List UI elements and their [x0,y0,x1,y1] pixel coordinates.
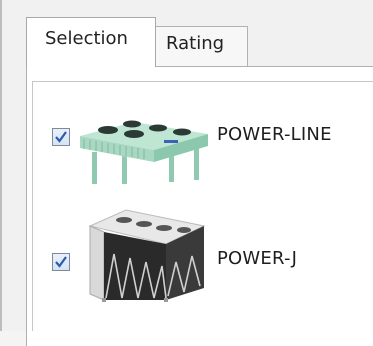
power-line-checkbox[interactable] [52,128,70,146]
tab-rating[interactable]: Rating [155,26,248,66]
tab-selection-label: Selection [45,28,128,49]
tab-rating-label: Rating [166,33,225,54]
power-j-checkbox[interactable] [52,253,70,271]
checkmark-icon [55,131,67,143]
checkmark-icon [55,256,67,268]
tab-selection[interactable]: Selection [26,17,156,67]
power-line-label: POWER-LINE [217,124,332,145]
power-line-unit-image [80,120,208,184]
power-j-label: POWER-J [217,248,298,269]
power-j-unit-image [88,209,206,302]
